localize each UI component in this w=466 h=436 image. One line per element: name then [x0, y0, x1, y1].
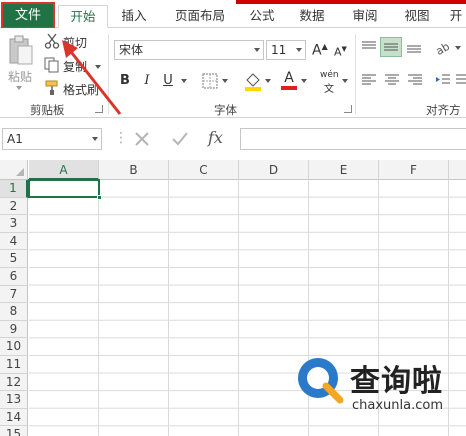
orientation-dropdown-icon[interactable] [455, 46, 461, 50]
chevron-down-icon[interactable] [254, 48, 260, 52]
tab-view[interactable]: 视图 [397, 5, 437, 28]
paste-icon[interactable] [8, 34, 34, 66]
column-header[interactable]: D [239, 160, 309, 180]
fill-color-icon[interactable] [244, 71, 262, 91]
row-header[interactable]: 2 [0, 197, 28, 216]
selected-cell[interactable] [28, 179, 100, 198]
row-header[interactable]: 5 [0, 250, 28, 268]
font-color-dropdown-icon[interactable] [301, 79, 307, 83]
group-separator [355, 34, 356, 114]
title-bar-accent [236, 0, 466, 4]
outdent-icon[interactable] [455, 72, 466, 88]
align-right-icon[interactable] [406, 72, 424, 88]
phonetic-char[interactable]: 文 [324, 80, 334, 95]
border-icon[interactable] [202, 73, 218, 89]
chevron-down-icon[interactable] [92, 137, 98, 141]
underline-button[interactable]: U [160, 72, 176, 90]
tab-developer[interactable]: 开 [446, 5, 466, 28]
font-group-label: 字体 [214, 103, 237, 117]
alignment-group-label: 对齐方 [426, 103, 461, 117]
name-box-value: A1 [7, 132, 23, 146]
row-header[interactable]: 13 [0, 391, 28, 409]
watermark-name: 查询啦 [350, 364, 443, 399]
font-name-value: 宋体 [119, 43, 144, 57]
watermark: 查询啦 chaxunla.com [292, 352, 466, 436]
italic-button[interactable]: I [139, 72, 155, 90]
tab-formulas[interactable]: 公式 [242, 5, 282, 28]
cancel-icon[interactable] [133, 130, 151, 148]
indent-icon[interactable] [434, 72, 452, 88]
align-middle-icon[interactable] [380, 37, 402, 57]
phonetic-guide-icon[interactable]: wén [320, 70, 339, 80]
tab-review[interactable]: 审阅 [345, 5, 385, 28]
tab-file[interactable]: 文件 [1, 2, 55, 29]
name-box[interactable]: A1 [2, 128, 102, 150]
row-header[interactable]: 14 [0, 408, 28, 427]
watermark-url: chaxunla.com [352, 398, 443, 413]
row-header[interactable]: 3 [0, 215, 28, 233]
align-center-icon[interactable] [383, 72, 401, 88]
shrink-font-icon[interactable]: A▼ [334, 45, 347, 59]
font-size-value: 11 [271, 43, 287, 57]
row-header[interactable]: 9 [0, 320, 28, 339]
search-logo-icon [298, 358, 344, 404]
tab-insert[interactable]: 插入 [114, 5, 154, 28]
svg-text:ab: ab [434, 40, 452, 56]
fill-color-dropdown-icon[interactable] [265, 79, 271, 83]
row-header[interactable]: 7 [0, 285, 28, 304]
chevron-down-icon[interactable] [296, 48, 302, 52]
row-header[interactable]: 6 [0, 268, 28, 286]
select-all-button[interactable] [0, 160, 28, 180]
row-header[interactable]: 12 [0, 373, 28, 392]
paste-label[interactable]: 粘贴 [8, 68, 32, 85]
tab-page-layout[interactable]: 页面布局 [168, 5, 232, 28]
border-dropdown-icon[interactable] [222, 79, 228, 83]
column-header[interactable]: E [309, 160, 379, 180]
column-header[interactable] [449, 160, 466, 180]
font-size-select[interactable]: 11 [266, 40, 306, 60]
formula-input[interactable] [240, 128, 466, 150]
align-top-icon[interactable] [360, 40, 378, 54]
drag-handle-icon[interactable]: ⋮ [114, 130, 128, 146]
phonetic-dropdown-icon[interactable] [342, 79, 348, 83]
column-header[interactable]: C [169, 160, 239, 180]
underline-dropdown-icon[interactable] [181, 79, 187, 83]
grow-font-icon[interactable]: A▲ [312, 42, 328, 59]
enter-icon[interactable] [170, 130, 190, 148]
ribbon-tab-bar: 文件 开始 插入 页面布局 公式 数据 审阅 视图 开 [0, 0, 466, 29]
row-header[interactable]: 1 [0, 180, 28, 198]
formula-bar: A1 ⋮ fx [0, 118, 466, 160]
font-name-select[interactable]: 宋体 [114, 40, 264, 60]
row-header[interactable]: 8 [0, 303, 28, 321]
fill-handle[interactable] [97, 195, 102, 200]
paste-dropdown-icon[interactable] [16, 86, 22, 90]
column-header[interactable]: F [379, 160, 449, 180]
bold-button[interactable]: B [117, 72, 133, 90]
tab-data[interactable]: 数据 [292, 5, 332, 28]
align-left-icon[interactable] [360, 72, 378, 88]
font-launcher-icon[interactable] [344, 105, 352, 113]
ribbon: 粘贴 剪切 复制 格式刷 剪贴板 宋体 11 A▲ A▼ B I U A wén… [0, 28, 466, 118]
row-header[interactable]: 15 [0, 426, 28, 436]
row-header[interactable]: 4 [0, 232, 28, 251]
column-header[interactable]: B [99, 160, 169, 180]
insert-function-icon[interactable]: fx [208, 128, 223, 147]
column-header[interactable]: A [29, 160, 99, 180]
orientation-icon[interactable]: ab [434, 38, 452, 58]
tab-home[interactable]: 开始 [58, 5, 108, 28]
font-color-icon[interactable]: A [280, 70, 298, 92]
row-header[interactable]: 10 [0, 338, 28, 356]
align-bottom-icon[interactable] [405, 40, 423, 54]
row-header[interactable]: 11 [0, 356, 28, 374]
